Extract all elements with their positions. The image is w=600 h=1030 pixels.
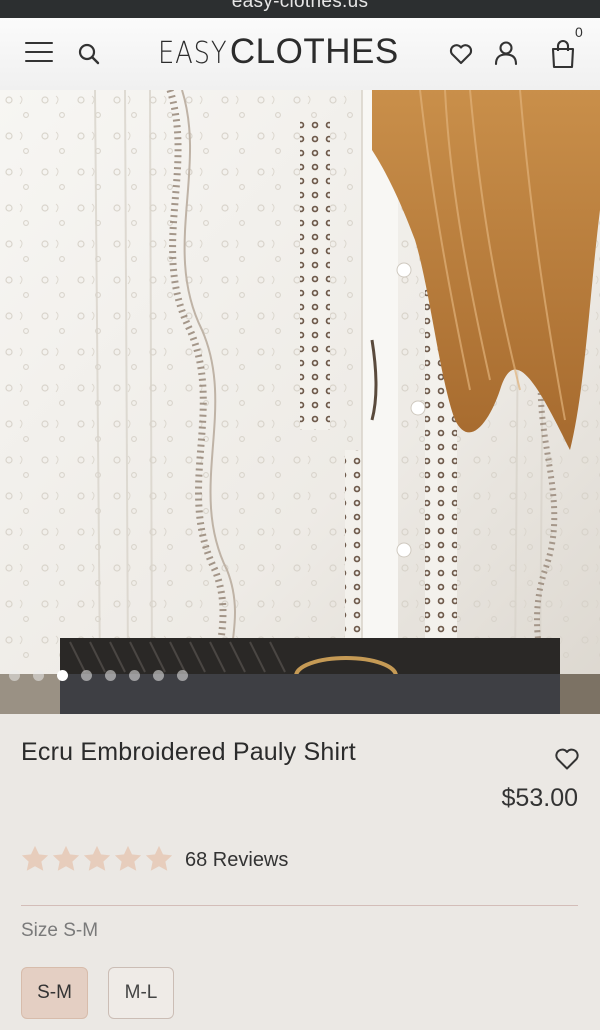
gallery-dot[interactable] [177,670,188,681]
gallery-dot[interactable] [153,670,164,681]
gallery-dot[interactable] [33,670,44,681]
reviews-link[interactable]: 68 Reviews [185,849,288,872]
site-logo[interactable]: EASYCLOTHES [158,32,399,72]
product-title: Ecru Embroidered Pauly Shirt [21,738,356,766]
url-text: easy-clothes.us [231,0,369,12]
user-icon[interactable] [494,40,518,66]
size-option-m-l[interactable]: M-L [108,967,174,1019]
heart-icon[interactable] [449,43,473,65]
size-label: Size S-M [21,920,99,941]
gallery-dot-active[interactable] [57,670,68,681]
wishlist-heart-icon[interactable] [554,747,580,771]
star-icon [21,845,49,871]
star-icon [83,845,111,871]
logo-light-text: EASY [158,36,228,71]
logo-bold-text: CLOTHES [229,32,399,71]
gallery-dot[interactable] [129,670,140,681]
product-photo [0,90,600,714]
gallery-dot[interactable] [9,670,20,681]
product-info: Ecru Embroidered Pauly Shirt $53.00 68 R… [0,714,600,1030]
star-icon [145,845,173,871]
menu-icon[interactable] [25,42,53,64]
site-header: EASYCLOTHES 0 [0,18,600,90]
bag-icon[interactable] [550,39,576,69]
product-image[interactable] [0,90,600,714]
divider [21,905,578,906]
search-icon[interactable] [78,43,100,65]
star-icon [114,845,142,871]
star-icon [52,845,80,871]
gallery-dot[interactable] [105,670,116,681]
product-price: $53.00 [501,784,578,812]
gallery-dot[interactable] [81,670,92,681]
cart-count-badge: 0 [575,24,583,40]
size-option-s-m[interactable]: S-M [21,967,88,1019]
browser-url-bar[interactable]: easy-clothes.us [0,0,600,18]
